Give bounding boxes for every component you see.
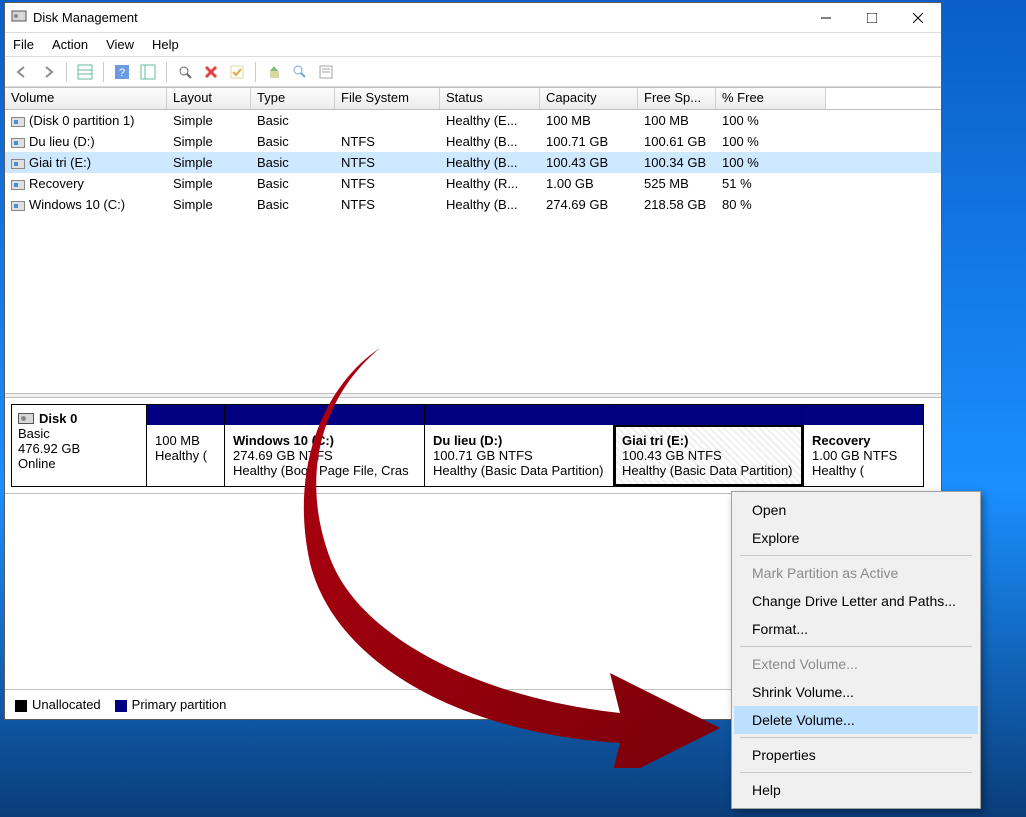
delete-icon[interactable]: [200, 61, 222, 83]
volume-list[interactable]: (Disk 0 partition 1)SimpleBasicHealthy (…: [5, 110, 941, 393]
title-bar: Disk Management: [5, 3, 941, 33]
disk-info-box[interactable]: Disk 0 Basic 476.92 GB Online: [11, 404, 147, 487]
col-status[interactable]: Status: [440, 88, 540, 109]
volume-icon: [11, 180, 25, 190]
context-separator: [740, 737, 972, 738]
partition-block[interactable]: 100 MBHealthy (: [147, 404, 225, 487]
col-fs[interactable]: File System: [335, 88, 440, 109]
legend-item: Unallocated: [15, 697, 101, 712]
partition-block[interactable]: Windows 10 (C:)274.69 GB NTFSHealthy (Bo…: [225, 404, 425, 487]
close-button[interactable]: [895, 3, 941, 32]
help-icon[interactable]: ?: [111, 61, 133, 83]
volume-icon: [11, 201, 25, 211]
context-separator: [740, 772, 972, 773]
context-item-format[interactable]: Format...: [734, 615, 978, 643]
context-item-delete-volume[interactable]: Delete Volume...: [734, 706, 978, 734]
svg-text:?: ?: [119, 67, 125, 79]
context-item-change-drive-letter-and-paths[interactable]: Change Drive Letter and Paths...: [734, 587, 978, 615]
volume-icon: [11, 159, 25, 169]
context-item-extend-volume: Extend Volume...: [734, 650, 978, 678]
menu-help[interactable]: Help: [152, 37, 179, 52]
partition-block[interactable]: Du lieu (D:)100.71 GB NTFSHealthy (Basic…: [425, 404, 614, 487]
disk-pane: Disk 0 Basic 476.92 GB Online 100 MBHeal…: [5, 398, 941, 494]
menu-file[interactable]: File: [13, 37, 34, 52]
context-item-open[interactable]: Open: [734, 496, 978, 524]
menu-action[interactable]: Action: [52, 37, 88, 52]
back-icon[interactable]: [11, 61, 33, 83]
col-pctfree[interactable]: % Free: [716, 88, 826, 109]
table-row[interactable]: Windows 10 (C:)SimpleBasicNTFSHealthy (B…: [5, 194, 941, 215]
col-free[interactable]: Free Sp...: [638, 88, 716, 109]
context-item-help[interactable]: Help: [734, 776, 978, 804]
col-layout[interactable]: Layout: [167, 88, 251, 109]
maximize-button[interactable]: [849, 3, 895, 32]
settings-icon[interactable]: [137, 61, 159, 83]
context-separator: [740, 646, 972, 647]
forward-icon[interactable]: [37, 61, 59, 83]
table-row[interactable]: Giai tri (E:)SimpleBasicNTFSHealthy (B..…: [5, 152, 941, 173]
window-title: Disk Management: [33, 10, 138, 25]
toolbar: ?: [5, 57, 941, 87]
context-item-properties[interactable]: Properties: [734, 741, 978, 769]
refresh-icon[interactable]: [174, 61, 196, 83]
menu-view[interactable]: View: [106, 37, 134, 52]
context-item-shrink-volume[interactable]: Shrink Volume...: [734, 678, 978, 706]
properties-icon[interactable]: [315, 61, 337, 83]
partition-row: 100 MBHealthy (Windows 10 (C:)274.69 GB …: [147, 404, 935, 487]
context-separator: [740, 555, 972, 556]
volume-icon: [11, 117, 25, 127]
legend-item: Primary partition: [115, 697, 227, 712]
col-volume[interactable]: Volume: [5, 88, 167, 109]
zoom-icon[interactable]: [289, 61, 311, 83]
volume-icon: [11, 138, 25, 148]
table-row[interactable]: (Disk 0 partition 1)SimpleBasicHealthy (…: [5, 110, 941, 131]
disk-size: 476.92 GB: [18, 441, 140, 456]
check-icon[interactable]: [226, 61, 248, 83]
menu-bar: File Action View Help: [5, 33, 941, 57]
volume-list-header: Volume Layout Type File System Status Ca…: [5, 87, 941, 110]
context-item-explore[interactable]: Explore: [734, 524, 978, 552]
disk-icon: [18, 413, 34, 424]
disk-status: Online: [18, 456, 140, 471]
partition-block[interactable]: Recovery1.00 GB NTFSHealthy (: [804, 404, 924, 487]
app-icon: [11, 8, 27, 27]
minimize-button[interactable]: [803, 3, 849, 32]
col-capacity[interactable]: Capacity: [540, 88, 638, 109]
context-menu: OpenExplore Mark Partition as ActiveChang…: [731, 491, 981, 809]
table-row[interactable]: RecoverySimpleBasicNTFSHealthy (R...1.00…: [5, 173, 941, 194]
disk-name: Disk 0: [39, 411, 77, 426]
table-row[interactable]: Du lieu (D:)SimpleBasicNTFSHealthy (B...…: [5, 131, 941, 152]
col-type[interactable]: Type: [251, 88, 335, 109]
disk-type: Basic: [18, 426, 140, 441]
up-icon[interactable]: [263, 61, 285, 83]
partition-block[interactable]: Giai tri (E:)100.43 GB NTFSHealthy (Basi…: [614, 404, 804, 487]
context-item-mark-partition-as-active: Mark Partition as Active: [734, 559, 978, 587]
view-list-icon[interactable]: [74, 61, 96, 83]
